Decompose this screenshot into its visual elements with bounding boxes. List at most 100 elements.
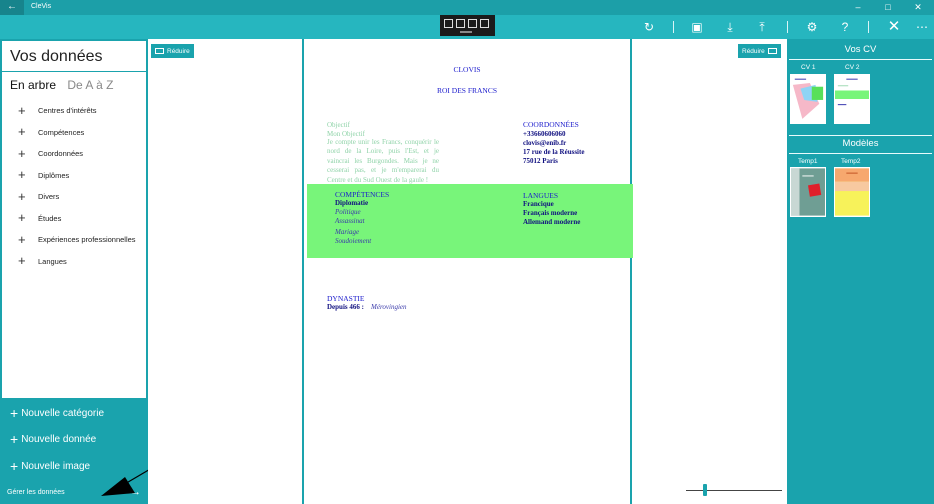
toolbar-divider xyxy=(673,21,674,33)
tree-item-label: Diplômes xyxy=(38,170,70,180)
minimize-icon[interactable]: – xyxy=(843,0,873,15)
share-mode-icon[interactable] xyxy=(480,19,489,28)
cv-thumb-label: CV 2 xyxy=(845,64,860,71)
category-tree: + Centres d'intérêts + Compétences + Coordo… xyxy=(18,100,146,272)
new-image-label: Nouvelle image xyxy=(21,460,91,472)
languages-title: LANGUES xyxy=(523,191,558,200)
expand-plus-icon[interactable]: + xyxy=(18,211,38,224)
skill-item: Assassinat xyxy=(335,217,365,225)
dynasty-name: Mérovingien xyxy=(371,303,407,311)
manage-data-link[interactable]: Gérer les données xyxy=(7,489,65,496)
expand-plus-icon[interactable]: + xyxy=(18,147,38,160)
edit-mode-icon[interactable] xyxy=(444,19,453,28)
expand-plus-icon[interactable]: + xyxy=(18,125,38,138)
tree-item-skills[interactable]: + Compétences xyxy=(18,122,146,144)
tree-item-label: Études xyxy=(38,213,62,223)
tree-item-label: Expériences professionnelles xyxy=(38,235,136,245)
mode-indicator xyxy=(460,31,472,33)
cv-document[interactable]: CLOVIS ROI DES FRANCS Objectif Mon Objec… xyxy=(302,39,633,504)
template-2-thumbnail[interactable] xyxy=(834,167,870,217)
toolbar-divider xyxy=(787,21,788,33)
toolbar-divider xyxy=(868,21,869,33)
divider xyxy=(789,153,932,154)
refresh-icon[interactable]: ↻ xyxy=(641,19,657,35)
tree-item-studies[interactable]: + Études xyxy=(18,208,146,230)
contact-city: 75012 Paris xyxy=(523,157,558,165)
tree-item-label: Langues xyxy=(38,256,67,266)
new-category-button[interactable]: + Nouvelle catégorie xyxy=(10,405,105,421)
expand-plus-icon[interactable]: + xyxy=(18,254,38,267)
new-image-button[interactable]: + Nouvelle image xyxy=(10,458,91,474)
dynasty-since: Depuis 466 : xyxy=(327,303,364,311)
contact-phone: +33660606060 xyxy=(523,130,566,138)
skill-item: Politique xyxy=(335,208,361,216)
tree-item-diplomas[interactable]: + Diplômes xyxy=(18,165,146,187)
contact-email: clovis@enib.fr xyxy=(523,139,567,147)
more-icon[interactable]: ⋯ xyxy=(914,19,930,35)
template-thumb-label: Temp1 xyxy=(798,158,818,165)
help-icon[interactable]: ? xyxy=(837,19,853,35)
app-title: CleVis xyxy=(31,3,52,10)
upload-icon[interactable]: ⤒ xyxy=(754,19,770,35)
objective-text: Je compte unir les Francs, conquérir le … xyxy=(327,138,439,184)
template-thumb-label: Temp2 xyxy=(841,158,861,165)
reduce-left-button[interactable]: Réduire xyxy=(151,44,194,58)
save-icon[interactable]: ▣ xyxy=(689,19,705,35)
tree-item-interests[interactable]: + Centres d'intérêts xyxy=(18,100,146,122)
zoom-slider-track[interactable] xyxy=(686,490,782,491)
expand-plus-icon[interactable]: + xyxy=(18,104,38,117)
comment-mode-icon[interactable] xyxy=(456,19,465,28)
preview-mode-icon[interactable] xyxy=(468,19,477,28)
divider xyxy=(789,59,932,60)
cv-gallery-panel: Vos CV CV 1 CV 2 Modèles Temp1 Temp2 xyxy=(787,39,934,504)
tab-tree[interactable]: En arbre xyxy=(10,78,56,92)
collapse-icon xyxy=(155,48,164,54)
tree-item-label: Divers xyxy=(38,192,60,202)
plus-icon: + xyxy=(10,405,19,421)
cv-header: Vos CV xyxy=(844,44,877,55)
tree-item-label: Coordonnées xyxy=(38,149,84,159)
collapse-icon xyxy=(767,48,777,54)
language-item: Français moderne xyxy=(523,209,578,217)
expand-plus-icon[interactable]: + xyxy=(18,168,38,181)
dynasty-title: DYNASTIE xyxy=(327,294,365,303)
tree-item-languages[interactable]: + Langues xyxy=(18,251,146,273)
tree-item-misc[interactable]: + Divers xyxy=(18,186,146,208)
new-data-label: Nouvelle donnée xyxy=(21,433,97,445)
contact-street: 17 rue de la Réussite xyxy=(523,148,585,156)
cv-name: CLOVIS xyxy=(453,65,481,74)
tree-item-label: Centres d'intérêts xyxy=(38,106,97,116)
close-window-icon[interactable]: ✕ xyxy=(903,0,933,15)
tab-alphabetical[interactable]: De A à Z xyxy=(67,78,113,92)
new-data-button[interactable]: + Nouvelle donnée xyxy=(10,431,97,447)
new-category-label: Nouvelle catégorie xyxy=(21,407,105,419)
view-tabs: En arbre De A à Z xyxy=(10,78,121,92)
tree-item-label: Compétences xyxy=(38,127,85,137)
data-panel: Vos données En arbre De A à Z + Centres d… xyxy=(0,39,150,400)
reduce-label: Réduire xyxy=(167,47,190,55)
skill-item: Soudoiement xyxy=(335,237,372,245)
tree-item-contact[interactable]: + Coordonnées xyxy=(18,143,146,165)
plus-icon: + xyxy=(10,431,19,447)
settings-icon[interactable]: ⚙ xyxy=(804,19,820,35)
download-icon[interactable]: ⤓ xyxy=(722,19,738,35)
plus-icon: + xyxy=(10,458,19,474)
tree-item-experience[interactable]: + Expériences professionnelles xyxy=(18,229,146,251)
objective-label: Mon Objectif xyxy=(327,130,365,138)
reduce-right-button[interactable]: Réduire xyxy=(738,44,781,58)
cv-1-thumbnail[interactable] xyxy=(790,74,826,124)
maximize-icon[interactable]: □ xyxy=(873,0,903,15)
expand-plus-icon[interactable]: + xyxy=(18,233,38,246)
language-item: Francique xyxy=(523,200,554,208)
expand-plus-icon[interactable]: + xyxy=(18,190,38,203)
zoom-slider-thumb[interactable] xyxy=(703,484,708,496)
models-header: Modèles xyxy=(842,138,879,149)
skills-title: COMPÉTENCES xyxy=(335,190,390,199)
cv-subtitle: ROI DES FRANCS xyxy=(436,86,497,95)
back-arrow-icon[interactable]: ← xyxy=(0,0,24,15)
contact-title: COORDONNÉES xyxy=(523,120,579,129)
cv-2-thumbnail[interactable] xyxy=(834,74,870,124)
template-1-thumbnail[interactable] xyxy=(790,167,826,217)
title-bar: ← CleVis – □ ✕ xyxy=(0,0,934,15)
close-icon[interactable]: ✕ xyxy=(886,19,902,35)
